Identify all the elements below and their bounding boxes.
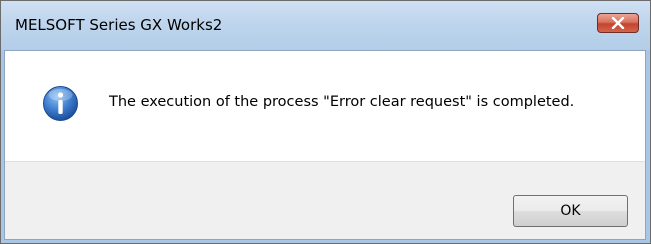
ok-button[interactable]: OK <box>513 195 628 227</box>
window-title: MELSOFT Series GX Works2 <box>15 16 223 34</box>
dialog-window: MELSOFT Series GX Works2 The execution o… <box>0 0 651 244</box>
dialog-content: The execution of the process "Error clea… <box>4 50 646 240</box>
message-area: The execution of the process "Error clea… <box>5 51 645 161</box>
title-bar[interactable]: MELSOFT Series GX Works2 <box>1 1 650 50</box>
button-bar: OK <box>5 161 645 239</box>
close-x-icon <box>611 17 625 29</box>
close-button[interactable] <box>597 13 639 33</box>
message-text: The execution of the process "Error clea… <box>109 94 575 110</box>
information-icon <box>43 86 78 121</box>
